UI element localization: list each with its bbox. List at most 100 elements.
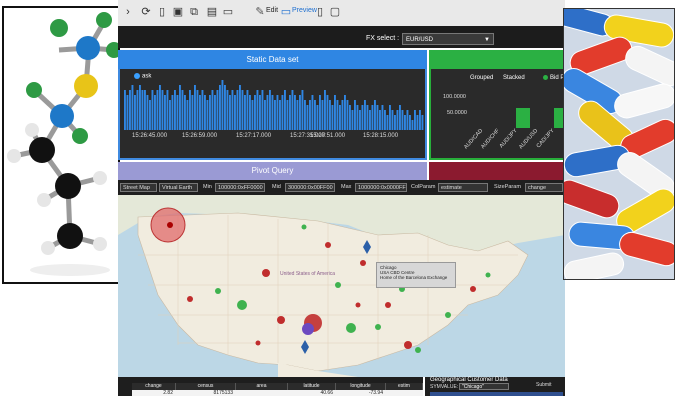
country-label: United States of America — [280, 271, 335, 277]
stacked-toggle[interactable]: Stacked — [503, 75, 525, 81]
legend-bid[interactable]: Bid P — [543, 75, 564, 81]
ask-bar — [359, 110, 361, 130]
export-icon[interactable]: ⧉ — [188, 6, 200, 18]
ask-bar — [394, 115, 396, 130]
x-tick-label: 15:26:45.000 — [132, 133, 168, 139]
ask-bar — [389, 105, 391, 130]
edit-icon[interactable]: ✎ — [254, 6, 266, 18]
molecule-photo — [2, 6, 120, 284]
grouped-toggle[interactable]: Grouped — [470, 75, 493, 81]
table-cell: -73.94 — [336, 390, 386, 396]
column-header[interactable]: latitude — [288, 383, 336, 390]
refresh-icon[interactable]: ⟳ — [140, 6, 152, 18]
fx-select-label: FX select : — [366, 35, 400, 42]
ask-bar — [211, 90, 214, 130]
ask-bar — [259, 95, 261, 130]
column-header[interactable]: longitude — [336, 383, 386, 390]
symvalue-label: SYMVALUE: — [430, 384, 459, 390]
ask-bar — [304, 100, 306, 130]
column-header[interactable]: estim — [386, 383, 423, 390]
edit-button[interactable]: Edit — [266, 7, 278, 14]
ask-bar — [264, 100, 266, 130]
virtual-earth-button[interactable]: Virtual Earth — [159, 183, 198, 192]
ask-bar — [314, 100, 316, 130]
symvalue-input[interactable]: "Chicago" — [459, 383, 509, 390]
ask-bar — [406, 110, 409, 130]
ask-bar — [374, 100, 376, 130]
ask-bar — [311, 95, 314, 130]
fx-select-value: EUR/USD — [406, 37, 434, 43]
ask-bar — [399, 105, 401, 130]
fx-select[interactable]: EUR/USD ▼ — [402, 33, 494, 45]
submit-button[interactable]: Submit — [536, 382, 552, 388]
ask-bar — [194, 85, 196, 130]
ask-bar — [129, 90, 131, 130]
save-icon[interactable]: ▣ — [172, 6, 184, 18]
ask-bar — [286, 100, 289, 130]
x-tick-label: 15:27:51.000 — [310, 133, 346, 139]
tablet-icon[interactable]: ▢ — [329, 6, 341, 18]
legend-ask-label: ask — [142, 73, 152, 80]
ask-bar — [151, 90, 154, 130]
ask-bar — [411, 120, 414, 130]
ask-bar — [396, 110, 399, 130]
mid-input[interactable]: 300000:0x00FF00 — [285, 183, 335, 192]
ask-bar — [284, 90, 286, 130]
header-band — [118, 26, 565, 48]
table-cell — [236, 390, 288, 396]
ask-bar — [344, 95, 346, 130]
y-tick-label: 100.0000 — [443, 94, 466, 100]
ask-bar — [131, 85, 134, 130]
ask-bar — [254, 95, 256, 130]
ask-bar — [164, 95, 166, 130]
ask-bar — [229, 95, 231, 130]
chevron-right-icon[interactable]: › — [122, 6, 134, 18]
ask-bar — [261, 90, 264, 130]
column-header[interactable]: change — [132, 383, 176, 390]
ask-bar — [146, 95, 149, 130]
legend-ask[interactable]: ask — [134, 73, 151, 80]
ask-bar — [191, 95, 194, 130]
ask-bar — [416, 115, 419, 130]
pills-photo — [563, 8, 675, 280]
ask-bar — [309, 100, 311, 130]
ask-bar — [161, 90, 164, 130]
ask-bar — [401, 110, 404, 130]
min-input[interactable]: 100000:0xFF0000 — [215, 183, 265, 192]
max-input[interactable]: 1000000:0x0000FF — [355, 183, 407, 192]
pdf-icon[interactable]: ▭ — [222, 6, 234, 18]
ask-bar — [331, 105, 334, 130]
ask-bar — [361, 105, 364, 130]
ask-bar — [306, 105, 309, 130]
ask-bar — [404, 115, 406, 130]
grid-icon[interactable]: ▤ — [206, 6, 218, 18]
ask-bar — [339, 105, 341, 130]
colparam-input[interactable]: estimate — [438, 183, 488, 192]
ask-bar — [301, 90, 304, 130]
new-document-icon[interactable]: ▯ — [156, 6, 168, 18]
ask-bar — [166, 90, 169, 130]
ask-bar — [214, 95, 216, 130]
ask-bar — [239, 85, 241, 130]
pivot-side-panel — [429, 162, 565, 180]
legend-dot-icon — [134, 73, 140, 79]
phone-icon[interactable]: ▯ — [314, 6, 326, 18]
sizeparam-input[interactable]: change — [525, 183, 563, 192]
pivot-query-header[interactable]: Pivot Query — [118, 162, 427, 180]
ask-bar — [289, 95, 291, 130]
column-header[interactable]: area — [236, 383, 288, 390]
min-label: Min — [203, 184, 212, 190]
ask-bar — [279, 100, 281, 130]
ask-bar — [144, 90, 146, 130]
monitor-icon[interactable]: ▭ — [280, 6, 292, 18]
ask-bar — [351, 110, 354, 130]
street-map-button[interactable]: Street Map — [120, 183, 157, 192]
column-header[interactable]: census — [176, 383, 236, 390]
ask-bar — [276, 95, 279, 130]
ask-bar — [234, 95, 236, 130]
ask-bar — [181, 90, 184, 130]
ask-bar — [184, 95, 186, 130]
ask-bar — [244, 95, 246, 130]
ask-bar — [366, 105, 369, 130]
usa-map[interactable]: United States of America — [118, 195, 565, 377]
